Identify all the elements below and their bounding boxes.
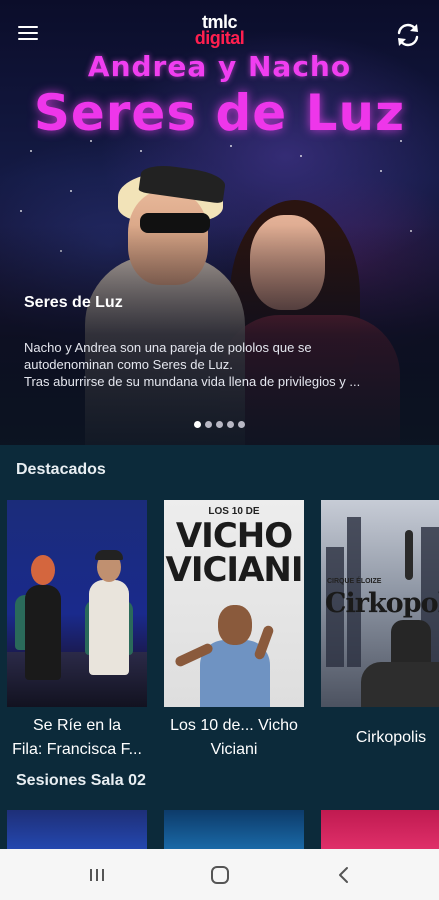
poster-text-name-2: VICIANI <box>165 550 304 590</box>
system-navigation-bar <box>0 849 439 900</box>
card-title-line: Los 10 de... Vicho <box>170 717 298 734</box>
card-title-line: Se Ríe en la <box>32 717 122 734</box>
card-thumbnail <box>7 500 147 707</box>
content-card[interactable]: Se Ríe en la Fila: Francisca F... <box>7 500 147 760</box>
card-title-line: Fila: Francisca F... <box>12 741 142 758</box>
content-card[interactable] <box>7 810 147 849</box>
carousel-dot-2[interactable] <box>205 421 212 428</box>
app-header: tmlc digital <box>0 0 439 66</box>
card-thumbnail: LOS 10 DE VICHO VICIANI <box>164 500 304 707</box>
hero-banner[interactable]: Andrea y Nacho Seres de Luz Seres de Luz… <box>0 0 439 445</box>
carousel-dot-5[interactable] <box>238 421 245 428</box>
content-card[interactable]: CIRQUE ÉLOIZE Cirkopoli Cirkopolis <box>321 500 439 750</box>
card-title-line: Cirkopolis <box>355 729 427 746</box>
hero-gradient-overlay <box>0 225 439 445</box>
refresh-icon[interactable] <box>391 18 425 52</box>
content-card[interactable]: LOS 10 DE VICHO VICIANI Los 10 de... Vic… <box>164 500 304 760</box>
hero-description-line: Tras aburrirse de su mundana vida llena … <box>24 374 361 389</box>
hero-description: Nacho y Andrea son una pareja de pololos… <box>24 339 419 390</box>
carousel-dot-4[interactable] <box>227 421 234 428</box>
section-title-destacados: Destacados <box>16 461 106 478</box>
content-card[interactable] <box>321 810 439 849</box>
hero-poster-title: Seres de Luz <box>33 84 406 142</box>
card-title: Los 10 de... Vicho Viciani <box>164 714 304 760</box>
content-card[interactable] <box>164 810 304 849</box>
home-icon[interactable] <box>190 849 250 900</box>
card-title-line: Viciani <box>210 741 258 758</box>
carousel-dot-3[interactable] <box>216 421 223 428</box>
recent-apps-icon[interactable] <box>67 849 127 900</box>
card-thumbnail: CIRQUE ÉLOIZE Cirkopoli <box>321 500 439 707</box>
hero-description-line: autodenominan como Seres de Luz. <box>24 357 233 372</box>
carousel-dot-1[interactable] <box>194 421 201 428</box>
logo-text-bottom: digital <box>194 28 245 48</box>
card-title: Cirkopolis <box>321 714 439 750</box>
card-title: Se Ríe en la Fila: Francisca F... <box>7 714 147 760</box>
back-icon[interactable] <box>314 849 374 900</box>
carousel-pagination <box>0 421 439 428</box>
sesiones-carousel[interactable] <box>0 810 439 849</box>
hero-description-line: Nacho y Andrea son una pareja de pololos… <box>24 340 312 355</box>
section-title-sesiones: Sesiones Sala 02 <box>16 772 146 789</box>
destacados-carousel[interactable]: Se Ríe en la Fila: Francisca F... LOS 10… <box>0 500 439 760</box>
hero-title: Seres de Luz <box>24 294 123 311</box>
app-logo: tmlc digital <box>0 13 439 48</box>
poster-text-small: CIRQUE ÉLOIZE <box>327 578 382 585</box>
poster-text-big: Cirkopoli <box>325 588 439 619</box>
